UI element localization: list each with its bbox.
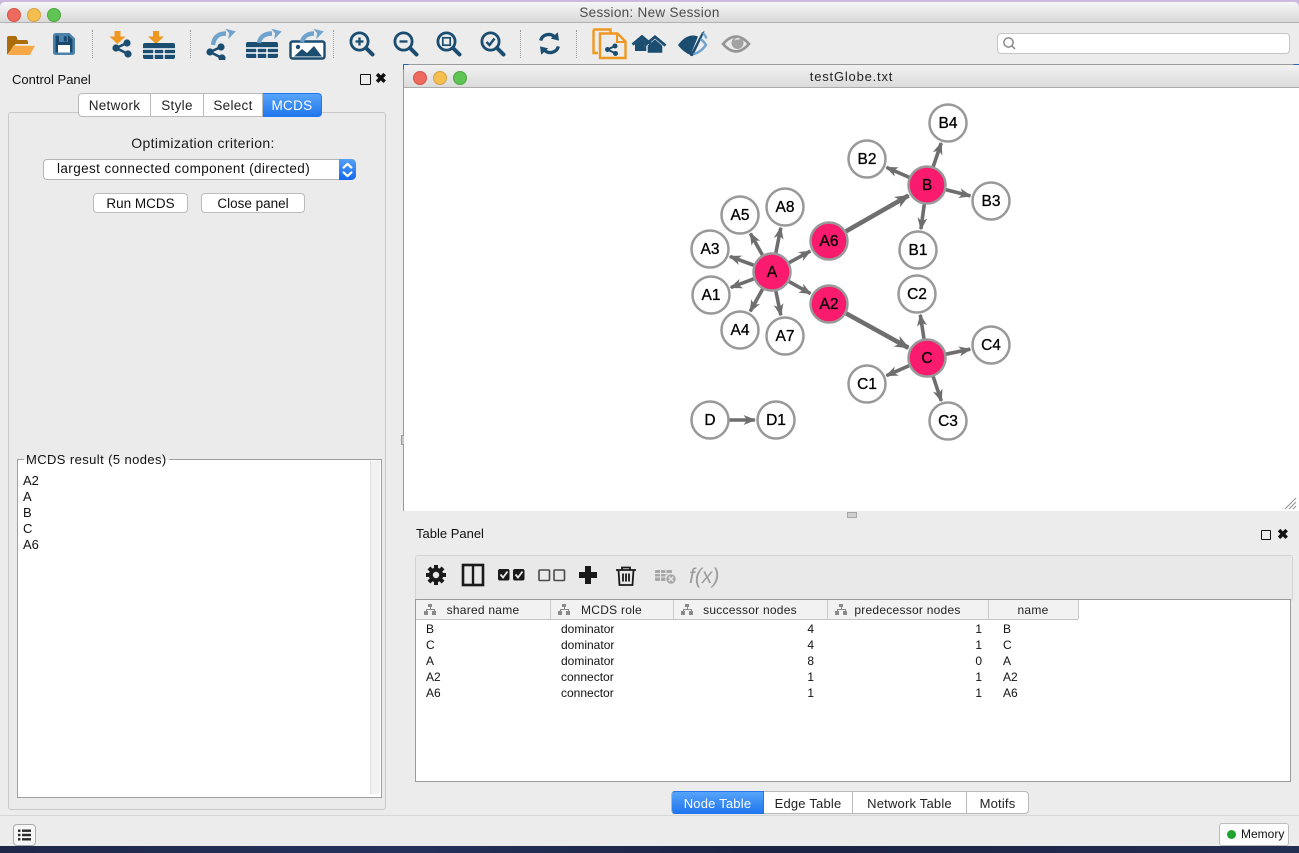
svg-text:A1: A1 bbox=[702, 287, 721, 304]
svg-text:f(x): f(x) bbox=[689, 565, 719, 588]
svg-text:A6: A6 bbox=[820, 233, 839, 250]
svg-text:A: A bbox=[767, 264, 778, 281]
svg-text:D1: D1 bbox=[766, 412, 786, 429]
svg-text:C: C bbox=[921, 350, 932, 367]
svg-text:C1: C1 bbox=[857, 376, 877, 393]
svg-text:D: D bbox=[704, 412, 715, 429]
svg-text:C2: C2 bbox=[907, 286, 927, 303]
svg-text:C4: C4 bbox=[981, 337, 1001, 354]
svg-text:C3: C3 bbox=[938, 413, 958, 430]
svg-text:A7: A7 bbox=[776, 328, 795, 345]
svg-text:A8: A8 bbox=[776, 199, 795, 216]
svg-text:A3: A3 bbox=[701, 241, 720, 258]
svg-text:B: B bbox=[922, 177, 932, 194]
svg-text:A5: A5 bbox=[731, 207, 750, 224]
svg-text:B1: B1 bbox=[909, 242, 928, 259]
svg-text:B3: B3 bbox=[982, 193, 1001, 210]
svg-text:A4: A4 bbox=[731, 322, 750, 339]
svg-text:B2: B2 bbox=[858, 151, 877, 168]
svg-text:A2: A2 bbox=[820, 296, 839, 313]
svg-text:B4: B4 bbox=[939, 115, 958, 132]
